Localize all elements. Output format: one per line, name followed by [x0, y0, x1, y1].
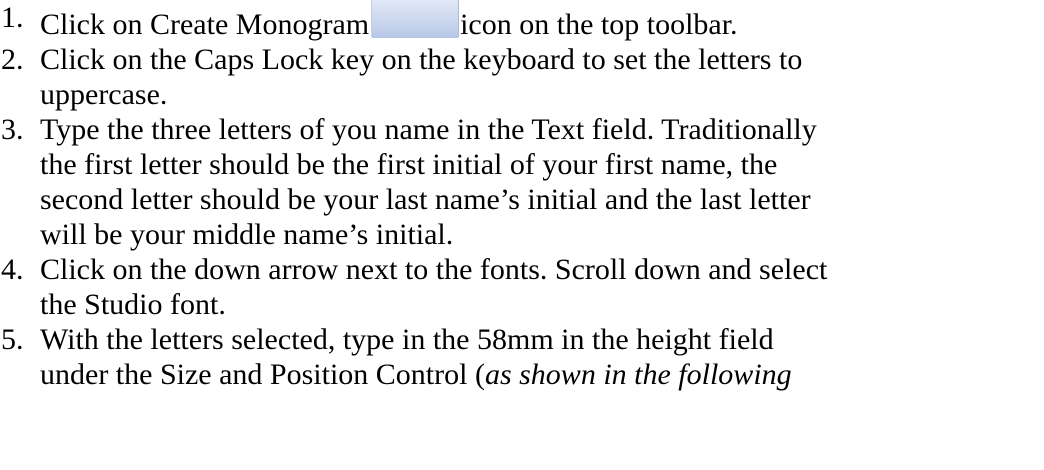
instruction-list: 1. Click on Create Monogram icon on the t… — [0, 0, 1044, 392]
step-text-italic: as shown in the following — [484, 358, 792, 391]
step-line: second letter should be your last name’s… — [40, 183, 811, 216]
step-number: 3. — [1, 113, 24, 146]
step-line: the first letter should be the first ini… — [40, 148, 778, 181]
step-number: 5. — [1, 323, 24, 356]
step-text: Click on Create Monogram — [40, 8, 370, 41]
step-3: 3. Type the three letters of you name in… — [0, 112, 1044, 252]
step-line: Click on the Caps Lock key on the keyboa… — [40, 43, 803, 76]
step-4: 4. Click on the down arrow next to the f… — [0, 252, 1044, 322]
step-5: 5. With the letters selected, type in th… — [0, 322, 1044, 392]
step-number: 2. — [1, 43, 24, 76]
step-number: 1. — [1, 1, 24, 34]
step-line: Click on Create Monogram icon on the top … — [40, 0, 1044, 42]
step-line: With the letters selected, type in the 5… — [40, 323, 774, 356]
create-monogram-icon — [371, 0, 460, 40]
step-1: 1. Click on Create Monogram icon on the t… — [0, 0, 1044, 42]
step-number: 4. — [1, 253, 24, 286]
toolbar-button-face — [371, 0, 460, 38]
step-line: the Studio font. — [40, 288, 226, 321]
step-text: under the Size and Position Control ( — [40, 358, 485, 391]
step-line: Type the three letters of you name in th… — [40, 113, 817, 146]
step-text: icon on the top toolbar. — [460, 8, 738, 41]
step-line: uppercase. — [40, 78, 168, 111]
step-line: under the Size and Position Control (as … — [40, 357, 1044, 392]
step-line: will be your middle name’s initial. — [40, 218, 454, 251]
step-2: 2. Click on the Caps Lock key on the key… — [0, 42, 1044, 112]
step-line: Click on the down arrow next to the font… — [40, 253, 828, 286]
